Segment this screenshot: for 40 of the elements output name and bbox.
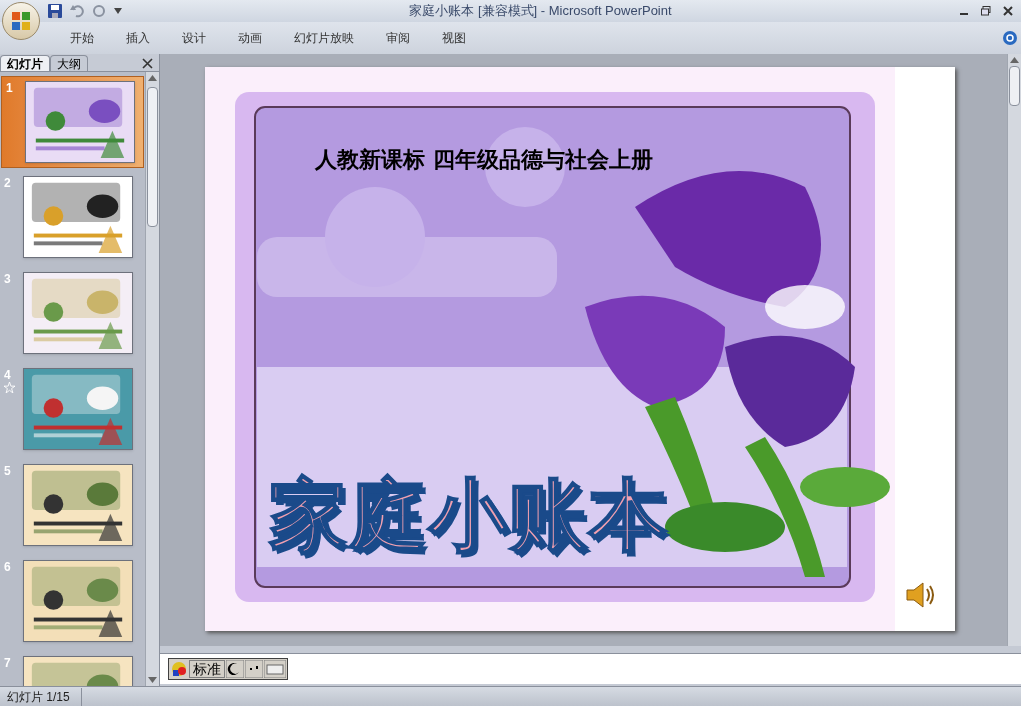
scrollbar[interactable]	[1007, 54, 1021, 646]
slide-number: 6	[4, 560, 11, 574]
slide-number: 7	[4, 656, 11, 670]
slide-number: 3	[4, 272, 11, 286]
ribbon-tab[interactable]: 幻灯片放映	[282, 26, 366, 50]
ribbon-tab[interactable]: 开始	[58, 26, 106, 50]
restore-icon[interactable]	[981, 6, 991, 16]
ime-logo-icon[interactable]	[170, 660, 188, 678]
panel-tab[interactable]: 大纲	[50, 55, 88, 71]
office-button[interactable]	[2, 2, 40, 40]
speaker-icon[interactable]	[905, 581, 937, 609]
slide-number: 5	[4, 464, 11, 478]
office-logo-icon	[11, 11, 31, 31]
close-icon[interactable]	[1003, 6, 1013, 16]
moon-icon[interactable]	[226, 660, 244, 678]
help-icon[interactable]	[1003, 31, 1017, 45]
slide-number: 1	[6, 81, 13, 95]
ribbon-tab[interactable]: 动画	[226, 26, 274, 50]
slide-number: 2	[4, 176, 11, 190]
scroll-up-icon[interactable]	[148, 75, 157, 81]
scroll-thumb[interactable]	[1009, 66, 1020, 106]
ribbon-tab[interactable]: 审阅	[374, 26, 422, 50]
punctuation-icon[interactable]	[245, 660, 263, 678]
ribbon-tab[interactable]: 插入	[114, 26, 162, 50]
ribbon-tab[interactable]: 设计	[170, 26, 218, 50]
dropdown-caret-icon[interactable]	[114, 8, 122, 14]
slide-counter: 幻灯片 1/15	[0, 687, 82, 706]
slide-number: 4	[4, 368, 11, 382]
panel-tab[interactable]: 幻灯片	[0, 55, 50, 71]
save-icon[interactable]	[48, 4, 62, 18]
ribbon-tab[interactable]: 视图	[430, 26, 478, 50]
window-title: 家庭小账本 [兼容模式] - Microsoft PowerPoint	[409, 2, 672, 21]
scroll-up-icon[interactable]	[1010, 57, 1019, 63]
slide-title: 家庭小账本	[269, 471, 669, 559]
scroll-down-icon[interactable]	[148, 677, 157, 683]
scrollbar[interactable]	[145, 72, 159, 686]
notes-pane[interactable]: 标准	[160, 653, 1021, 684]
scroll-thumb[interactable]	[147, 87, 158, 227]
close-icon[interactable]	[142, 58, 153, 69]
slide-subtitle: 人教新课标 四年级品德与社会上册	[315, 146, 653, 172]
